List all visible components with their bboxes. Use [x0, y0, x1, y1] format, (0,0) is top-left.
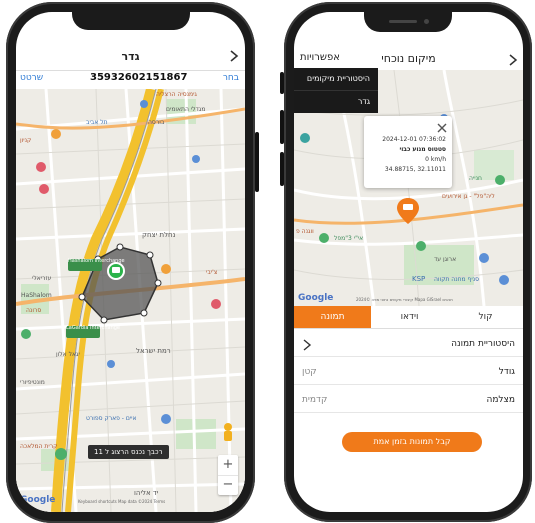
- fence-map[interactable]: גימנסיה הרצליה מגדלי התאומים בורסה תל אב…: [16, 89, 245, 512]
- photo-history-label: היסטוריית תמונה: [451, 339, 515, 349]
- left-phone-screen: גדר שרטט 35932602151867 בחר גימנסיה הרצל…: [16, 12, 245, 512]
- close-icon: [437, 123, 447, 133]
- chevron-right-icon: [509, 54, 518, 66]
- map-label: אי"י 3"מפל: [334, 235, 364, 242]
- tab-video[interactable]: וידאו: [371, 306, 448, 328]
- map-label: גימנסיה הרצליה: [156, 91, 197, 98]
- device-bar: שרטט 35932602151867 בחר: [16, 70, 245, 90]
- right-phone-volume-up: [280, 110, 284, 144]
- map-label: צ'יבי: [206, 269, 218, 276]
- map-label: HaShalom: [21, 292, 52, 299]
- front-camera: [424, 19, 429, 24]
- map-label: Hashalom Interchange: [68, 258, 125, 264]
- zoom-out-button[interactable]: −: [218, 475, 238, 496]
- left-phone: גדר שרטט 35932602151867 בחר גימנסיה הרצל…: [6, 2, 259, 523]
- chevron-right-icon: [303, 339, 312, 351]
- map-label: נחלת יצחק: [142, 231, 176, 239]
- camera-value: קדמית: [302, 395, 328, 405]
- map-label: סרונה: [26, 307, 42, 314]
- info-popup: 2024-12-01 07:36:02 סטטוס מנוע כבוי 0 km…: [364, 116, 452, 188]
- speaker-grill: [389, 20, 417, 23]
- map-label: קניון: [20, 137, 32, 144]
- photo-history-row[interactable]: היסטוריית תמונה: [294, 334, 523, 357]
- share-link[interactable]: שרטט: [20, 73, 43, 83]
- right-phone-screen: אפשרויות מיקום נוכחי חנייה ליה"פל" - גן …: [294, 12, 523, 512]
- tab-photo[interactable]: תמונה: [294, 306, 371, 328]
- back-button[interactable]: [227, 48, 241, 64]
- google-logo: Google: [298, 293, 334, 303]
- size-value: קטן: [302, 367, 317, 377]
- map-label: יד אליהו: [134, 489, 159, 497]
- map-label: חנייה: [469, 175, 482, 182]
- back-button[interactable]: [507, 52, 519, 66]
- popup-coords: 34.88715, 32.11011: [384, 166, 446, 173]
- popup-close-button[interactable]: [436, 119, 448, 133]
- popup-timestamp: 2024-12-01 07:36:02: [382, 136, 446, 143]
- map-label: איים - פארק ספורט: [86, 415, 137, 422]
- right-phone: אפשרויות מיקום נוכחי חנייה ליה"פל" - גן …: [280, 2, 532, 522]
- size-row[interactable]: קטן גודל: [294, 362, 523, 385]
- left-phone-notch: [72, 12, 190, 30]
- right-phone-volume-down: [280, 152, 284, 186]
- camera-row[interactable]: קדמית מצלמה: [294, 390, 523, 413]
- right-phone-side-button: [280, 72, 284, 94]
- map-label: עזריאלי: [32, 275, 52, 282]
- map-label: מונטיפיורי: [20, 379, 45, 386]
- select-link[interactable]: בחר: [223, 73, 239, 83]
- tab-audio[interactable]: קול: [448, 306, 523, 328]
- fence-tooltip: רכבך נכנס הרצוג ל 11: [88, 445, 169, 459]
- size-label: גודל: [498, 367, 515, 377]
- map-label: KSP: [412, 275, 426, 283]
- get-realtime-photos-button[interactable]: קבל תמונות בזמן אמת: [342, 432, 482, 452]
- zoom-controls: + −: [218, 455, 238, 495]
- menu-item-location-history[interactable]: היסטוריית מיקומים: [294, 68, 378, 91]
- popup-speed: 0 km/h: [425, 156, 446, 163]
- map-label: קרית המלאכה: [20, 443, 58, 450]
- map-label: בורסה: [148, 119, 165, 126]
- map-label: מגדלי התאומים: [166, 106, 206, 113]
- map-label: ווגנה פ: [296, 228, 314, 235]
- map-label: ארוגן עד: [434, 256, 457, 263]
- page-title: מיקום נוכחי: [381, 52, 436, 65]
- map-attribution: Keyboard shortcuts Map data ©2024 Terms: [78, 499, 166, 504]
- left-phone-side-button: [255, 132, 259, 192]
- menu-item-fence[interactable]: גדר: [294, 91, 378, 113]
- media-tabs: קול וידאו תמונה: [294, 306, 523, 329]
- map-label: סניף מחנה תקווה: [434, 276, 479, 283]
- options-menu: היסטוריית מיקומים גדר: [294, 68, 378, 113]
- camera-label: מצלמה: [486, 395, 515, 405]
- zoom-in-button[interactable]: +: [218, 455, 238, 475]
- chevron-right-icon: [230, 50, 239, 62]
- page-title: גדר: [121, 50, 140, 63]
- popup-status: סטטוס מנוע כבוי: [399, 146, 446, 153]
- map-label: ליה"פל" - גן אירועים: [442, 193, 495, 200]
- map-label: תל אביב: [86, 119, 108, 126]
- map-attribution: קיצורי מקשים נתוני מפה ©2024 Mapa GISrae…: [356, 297, 453, 302]
- map-label: LaGardia Interchange: [66, 325, 120, 331]
- map-label: יגאל אלון: [56, 351, 80, 358]
- map-label: רמת ישראל: [136, 347, 171, 355]
- device-id: 35932602151867: [90, 72, 188, 83]
- google-logo: Google: [20, 495, 56, 505]
